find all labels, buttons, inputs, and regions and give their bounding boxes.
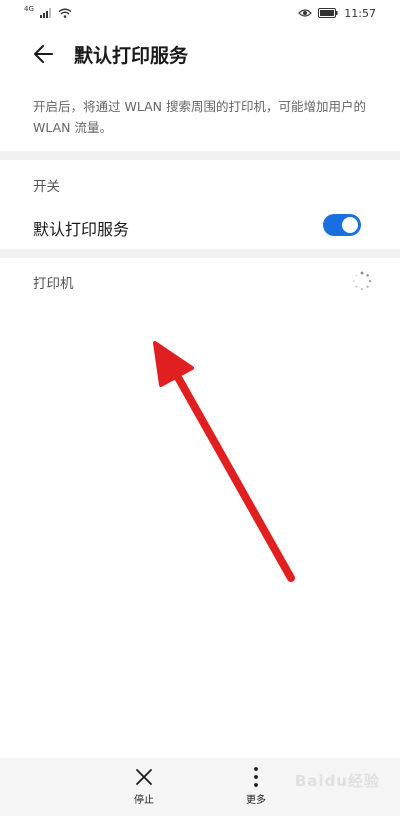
spinner-icon	[353, 271, 372, 290]
stop-label: 停止	[134, 795, 154, 806]
more-button[interactable]: 更多	[226, 766, 286, 812]
close-icon	[136, 769, 152, 785]
default-print-service-toggle[interactable]	[323, 214, 361, 236]
more-vertical-icon	[254, 767, 258, 787]
section-divider	[0, 151, 400, 160]
back-button[interactable]	[30, 40, 58, 68]
network-type: 4G	[24, 5, 34, 13]
wifi-icon	[58, 8, 72, 18]
status-bar: 4G 11:57	[0, 0, 400, 26]
switch-section-label: 开关	[33, 179, 60, 195]
battery-icon	[318, 8, 338, 18]
printers-section-label: 打印机	[33, 276, 74, 292]
page-title: 默认打印服务	[74, 45, 189, 67]
signal-icon	[39, 8, 51, 18]
more-label: 更多	[246, 795, 266, 806]
status-time: 11:57	[344, 6, 376, 20]
section-divider	[0, 249, 400, 258]
stop-button[interactable]: 停止	[114, 766, 174, 812]
status-left: 4G	[24, 5, 72, 18]
app-bar: 默认打印服务	[0, 26, 400, 82]
arrow-left-icon	[34, 45, 53, 63]
status-right: 11:57	[298, 7, 376, 20]
toggle-knob	[342, 217, 358, 233]
watermark: Baidu经验	[294, 772, 380, 790]
description-text: 开启后，将通过 WLAN 搜索周围的打印机，可能增加用户的 WLAN 流量。	[33, 99, 366, 135]
eye-icon	[298, 9, 313, 17]
default-print-service-label: 默认打印服务	[33, 220, 130, 239]
